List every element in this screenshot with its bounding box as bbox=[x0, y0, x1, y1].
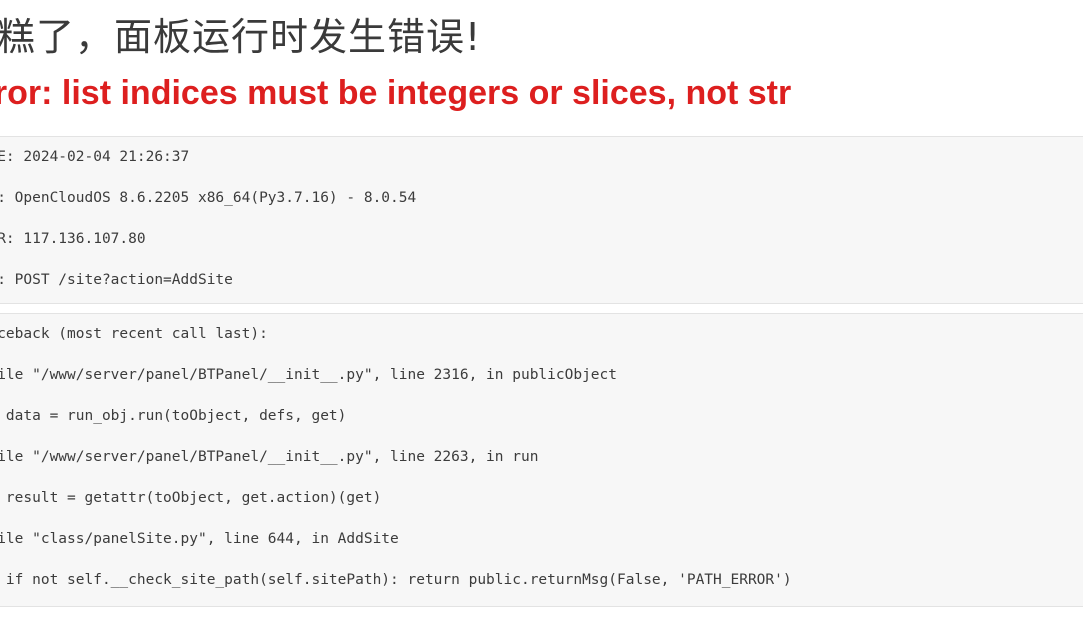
python-traceback-panel[interactable]: Traceback (most recent call last): File … bbox=[0, 313, 1083, 608]
error-message-heading: Error: list indices must be integers or … bbox=[0, 74, 792, 113]
panel-line: File "class/panelSite.py", line 644, in … bbox=[0, 531, 399, 548]
panel-line: Traceback (most recent call last): bbox=[0, 326, 268, 343]
panel-line: ADDR: 117.136.107.80 bbox=[0, 231, 146, 248]
error-document: 糟糕了，面板运行时发生错误! Error: list indices must … bbox=[0, 0, 1083, 608]
browser-viewport: 糟糕了，面板运行时发生错误! Error: list indices must … bbox=[0, 0, 1083, 622]
panel-line: URI: POST /site?action=AddSite bbox=[0, 272, 233, 289]
request-info-panel[interactable]: DATE: 2024-02-04 21:26:37 SYS: OpenCloud… bbox=[0, 136, 1083, 305]
panel-line: result = getattr(toObject, get.action)(g… bbox=[0, 490, 382, 507]
panel-line: DATE: 2024-02-04 21:26:37 bbox=[0, 149, 190, 166]
panel-line: SYS: OpenCloudOS 8.6.2205 x86_64(Py3.7.1… bbox=[0, 190, 417, 207]
panel-line: File "/www/server/panel/BTPanel/__init__… bbox=[0, 449, 539, 466]
panel-line: File "/www/server/panel/BTPanel/__init__… bbox=[0, 367, 618, 384]
page-title-chinese: 糟糕了，面板运行时发生错误! bbox=[0, 15, 482, 59]
panel-line: data = run_obj.run(toObject, defs, get) bbox=[0, 408, 347, 425]
panel-line: if not self.__check_site_path(self.siteP… bbox=[0, 572, 792, 589]
